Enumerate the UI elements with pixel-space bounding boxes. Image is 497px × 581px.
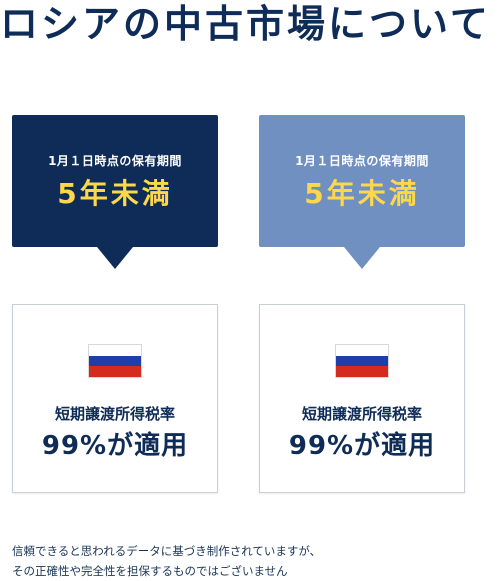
tax-card: 短期譲渡所得税率 99%が適用 <box>259 304 465 493</box>
disclaimer-line: 信頼できると思われるデータに基づき制作されていますが、 <box>12 544 322 558</box>
holding-condition-text: 1月１日時点の保有期間 <box>295 154 429 168</box>
tax-label: 短期譲渡所得税率 <box>54 405 175 423</box>
column-right: 1月１日時点の保有期間 5年未満 短期譲渡所得税率 99%が適用 <box>259 115 465 493</box>
holding-period-value: 5年未満 <box>304 177 420 210</box>
tax-card: 短期譲渡所得税率 99%が適用 <box>12 304 218 493</box>
column-left: 1月１日時点の保有期間 5年未満 短期譲渡所得税率 99%が適用 <box>12 115 218 493</box>
holding-period-bubble: 1月１日時点の保有期間 5年未満 <box>12 115 218 247</box>
page-title: ロシアの中古市場について <box>0 2 491 46</box>
tax-rate: 99%が適用 <box>41 431 189 461</box>
holding-period-bubble: 1月１日時点の保有期間 5年未満 <box>259 115 465 247</box>
disclaimer-line: その正確性や完全性を担保するものではございません <box>12 564 288 578</box>
tax-label: 短期譲渡所得税率 <box>301 405 422 423</box>
tax-rate: 99%が適用 <box>288 431 436 461</box>
russia-flag-icon <box>89 345 141 377</box>
russia-flag-icon <box>336 345 388 377</box>
holding-period-value: 5年未満 <box>57 177 173 210</box>
disclaimer: 信頼できると思われるデータに基づき制作されていますが、 その正確性や完全性を担保… <box>12 541 492 581</box>
holding-condition-text: 1月１日時点の保有期間 <box>48 154 182 168</box>
